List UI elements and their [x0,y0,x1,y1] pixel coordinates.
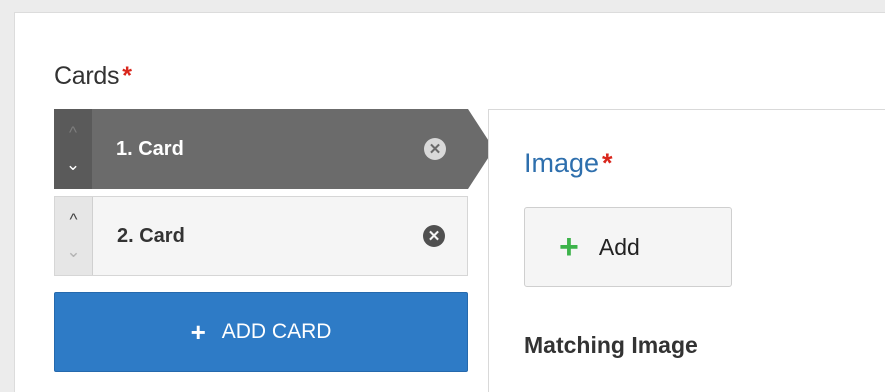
add-image-label: Add [598,233,640,260]
image-label-text: Image [524,148,600,178]
add-image-button[interactable]: + Add [524,207,732,287]
move-down-icon[interactable]: ⌄ [55,236,92,268]
move-up-icon[interactable]: ^ [55,204,92,236]
card-reorder-controls: ^ ⌄ [55,197,93,275]
card-label: 1. Card [116,137,184,160]
plus-icon: + [559,228,579,266]
cards-label-text: Cards [54,62,120,90]
card-reorder-controls: ^ ⌄ [54,109,92,189]
cards-label: Cards * [54,62,132,91]
move-down-icon[interactable]: ⌄ [54,149,92,181]
add-card-label: ADD CARD [221,320,332,343]
required-mark: * [602,148,613,178]
image-label: Image * [524,148,613,179]
card-item-2[interactable]: ^ ⌄ 2. Card ✕ [54,196,468,276]
required-mark: * [122,62,132,90]
remove-card-icon[interactable]: ✕ [424,138,446,160]
remove-card-icon[interactable]: ✕ [423,225,445,247]
add-card-button[interactable]: + ADD CARD [54,292,468,372]
card-label: 2. Card [117,224,185,247]
card-item-1[interactable]: ^ ⌄ 1. Card ✕ [54,109,494,189]
plus-icon: + [190,317,206,347]
move-up-icon[interactable]: ^ [54,117,92,149]
matching-image-label: Matching Image [524,332,698,358]
